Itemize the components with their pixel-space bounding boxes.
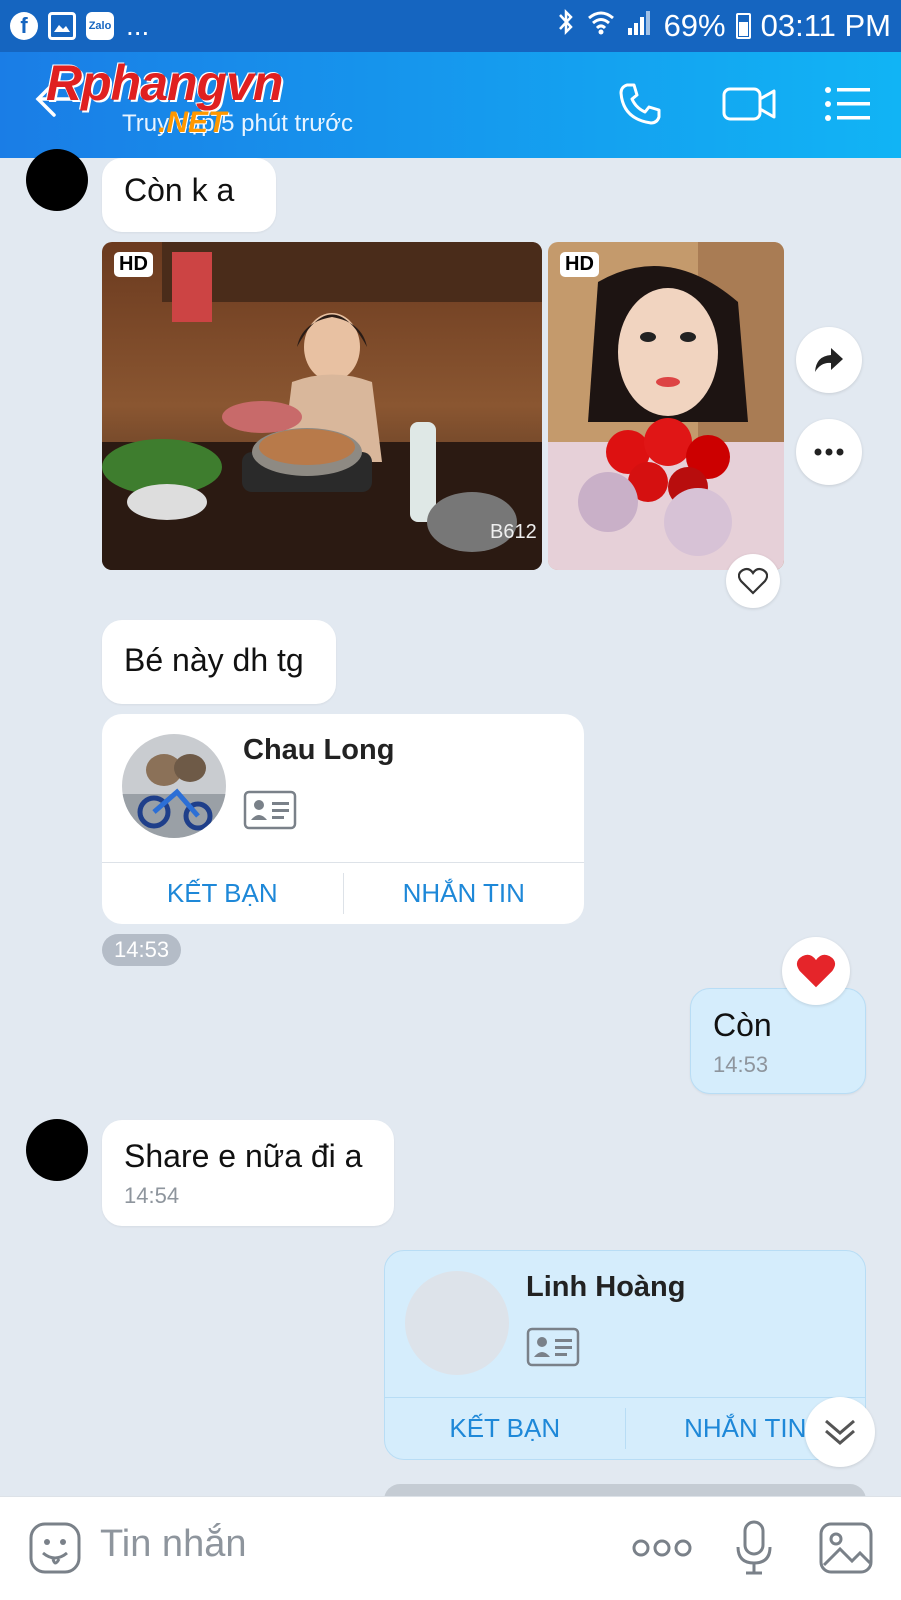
photo-restaurant[interactable]: B612 HD xyxy=(102,242,542,570)
watermark-logo-sub: .NET xyxy=(158,106,227,139)
send-message-button[interactable]: NHẮN TIN xyxy=(344,863,585,924)
signal-icon xyxy=(626,8,654,44)
scroll-to-bottom-button[interactable] xyxy=(805,1397,875,1467)
more-dots-icon xyxy=(814,448,844,456)
forward-icon xyxy=(815,348,843,372)
wifi-icon xyxy=(586,8,616,44)
timestamp-pill: 14:53 xyxy=(102,934,182,966)
more-notifications: ... xyxy=(126,10,150,41)
double-chevron-down-icon xyxy=(825,1419,855,1445)
more-options-icon[interactable] xyxy=(632,1537,692,1564)
message-text: Còn xyxy=(713,1007,772,1043)
message-text: Bé này dh tg xyxy=(124,642,304,678)
card-actions: KẾT BẠN NHẮN TIN xyxy=(102,862,584,924)
message-input[interactable]: Tin nhắn xyxy=(100,1523,246,1566)
more-options-button[interactable] xyxy=(796,419,862,485)
message-text: Còn k a xyxy=(124,172,235,208)
my-contact-card[interactable]: Linh Hoàng KẾT BẠN NHẮN TIN xyxy=(384,1250,866,1460)
contact-avatar[interactable] xyxy=(26,149,88,211)
input-bar: Tin nhắn xyxy=(0,1496,901,1600)
clock: 03:11 PM xyxy=(760,8,891,43)
battery-percent: 69% xyxy=(663,8,726,43)
phone-icon[interactable] xyxy=(610,74,670,134)
image-gallery-icon[interactable] xyxy=(818,1521,874,1580)
heart-outline-icon xyxy=(738,567,768,595)
hd-badge: HD xyxy=(114,252,153,277)
zalo-icon: Zalo xyxy=(86,12,114,40)
message-time: 14:54 xyxy=(124,1183,180,1208)
last-seen-status: Truy cập 5 phút trước xyxy=(122,110,353,137)
battery-icon xyxy=(735,13,751,39)
card-actions: KẾT BẠN NHẮN TIN xyxy=(385,1397,865,1459)
heart-filled-icon xyxy=(796,954,836,988)
microphone-icon[interactable] xyxy=(734,1519,774,1582)
chat-header: Truy cập 5 phút trước Rphangvn .NET xyxy=(0,52,901,158)
message-bubble[interactable]: Còn k a xyxy=(102,158,276,232)
message-time: 14:53 xyxy=(713,1052,769,1077)
share-forward-button[interactable] xyxy=(796,327,862,393)
contact-card[interactable]: Chau Long KẾT BẠN NHẮN TIN xyxy=(102,714,584,924)
card-name: Linh Hoàng xyxy=(526,1271,686,1303)
heart-reaction[interactable] xyxy=(782,937,850,1005)
add-friend-button[interactable]: KẾT BẠN xyxy=(102,863,343,924)
my-message-bubble[interactable]: Còn 14:53 xyxy=(690,988,866,1094)
message-text: Share e nữa đi a xyxy=(124,1138,363,1174)
menu-icon[interactable] xyxy=(818,74,878,134)
photo-stamp: B612 xyxy=(490,521,537,543)
message-bubble[interactable]: Share e nữa đi a 14:54 xyxy=(102,1120,394,1226)
status-bar: f Zalo ... 69% 03:11 PM xyxy=(0,0,901,52)
sticker-icon[interactable] xyxy=(28,1521,82,1580)
card-name: Chau Long xyxy=(243,734,395,766)
contact-avatar[interactable] xyxy=(26,1119,88,1181)
card-avatar xyxy=(405,1271,509,1375)
photo-selfie[interactable]: HD xyxy=(548,242,784,570)
hd-badge: HD xyxy=(560,252,599,277)
card-avatar xyxy=(122,734,226,838)
react-heart-button[interactable] xyxy=(726,554,780,608)
watermark-logo: Rphangvn xyxy=(46,55,283,111)
facebook-icon: f xyxy=(10,12,38,40)
id-card-icon xyxy=(243,790,297,835)
add-friend-button[interactable]: KẾT BẠN xyxy=(385,1398,625,1459)
bluetooth-icon xyxy=(556,7,576,45)
video-icon[interactable] xyxy=(714,74,784,134)
message-bubble[interactable]: Bé này dh tg xyxy=(102,620,336,704)
gallery-icon xyxy=(48,12,76,40)
id-card-icon xyxy=(526,1327,580,1372)
